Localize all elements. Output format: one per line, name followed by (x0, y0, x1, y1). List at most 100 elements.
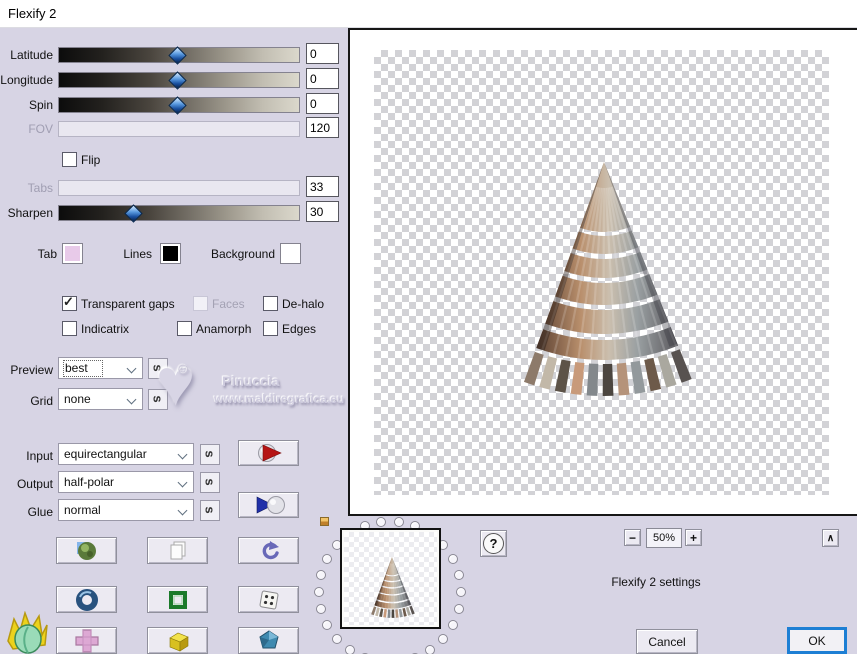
preset-thumbnail[interactable] (340, 528, 441, 629)
fov-row: FOV (0, 117, 345, 141)
input-dropdown[interactable]: equirectangular (58, 443, 194, 465)
flip-label: Flip (81, 153, 101, 167)
sharpen-slider[interactable] (58, 204, 300, 223)
palette-chip-icon (320, 517, 329, 526)
bead (316, 570, 327, 580)
indicatrix-checkbox[interactable] (62, 321, 77, 336)
chevron-down-icon (177, 505, 188, 516)
tabs-row: Tabs (0, 176, 345, 200)
sharpen-slider-thumb[interactable] (124, 204, 144, 223)
globe-button[interactable] (56, 537, 117, 564)
window-title: Flexify 2 (8, 6, 57, 21)
bead (438, 634, 449, 645)
latitude-label: Latitude (10, 48, 53, 62)
spin-slider[interactable] (58, 96, 300, 115)
latitude-slider[interactable] (58, 46, 300, 65)
sharpen-value-input[interactable] (306, 201, 339, 222)
transparent-gaps-checkbox[interactable]: ✓ (62, 294, 77, 311)
spin-slider-thumb[interactable] (167, 96, 187, 115)
indicatrix-label: Indicatrix (81, 322, 130, 336)
polyhedron-button[interactable] (238, 627, 299, 654)
watermark-url: www.maldiregrafica.eu (214, 392, 345, 406)
zoom-in-button[interactable]: + (685, 529, 702, 546)
help-button[interactable]: ? (480, 530, 507, 557)
longitude-value-input[interactable] (306, 68, 339, 89)
checkmark-icon: ✓ (63, 294, 74, 309)
input-shuffle-button[interactable]: s (200, 444, 220, 465)
latitude-value-input[interactable] (306, 43, 339, 64)
help-icon: ? (483, 533, 504, 554)
transparency-checkerboard (374, 50, 829, 495)
latitude-slider-thumb[interactable] (167, 46, 187, 65)
longitude-label: Longitude (0, 73, 53, 87)
cross-net-icon (74, 628, 99, 653)
frame-button[interactable] (147, 586, 208, 613)
tulip-icon (7, 611, 48, 654)
tabs-label: Tabs (27, 181, 53, 195)
fov-slider (58, 121, 300, 137)
zoom-level: 50% (646, 528, 682, 548)
output-dropdown-label: Output (16, 477, 53, 491)
grid-dropdown-value: none (64, 392, 91, 406)
input-dropdown-value: equirectangular (64, 447, 147, 461)
background-swatch-label: Background (210, 247, 275, 261)
render-button[interactable] (238, 440, 299, 466)
longitude-slider-thumb[interactable] (167, 71, 187, 90)
glue-dropdown[interactable]: normal (58, 499, 194, 521)
anamorph-checkbox[interactable] (177, 321, 192, 336)
spin-value-input[interactable] (306, 93, 339, 114)
unfold-button[interactable] (56, 627, 117, 654)
random-button[interactable] (238, 586, 299, 613)
thumbnail-cone (370, 556, 416, 619)
background-color-swatch[interactable] (280, 243, 301, 264)
torus-button[interactable] (56, 586, 117, 613)
bead (322, 619, 333, 630)
ok-button[interactable]: OK (787, 627, 847, 654)
glue-shuffle-button[interactable]: s (200, 500, 220, 521)
tab-swatch-label: Tab (37, 247, 57, 261)
lines-color-swatch[interactable] (160, 243, 181, 264)
tab-color-swatch[interactable] (62, 243, 83, 264)
collapse-button[interactable]: ∧ (822, 529, 839, 547)
output-shuffle-button[interactable]: s (200, 472, 220, 493)
edges-label: Edges (282, 322, 317, 336)
cancel-button[interactable]: Cancel (636, 629, 698, 654)
bead (322, 554, 333, 564)
output-dropdown-value: half-polar (64, 475, 115, 489)
shuffle-icon: s (202, 450, 218, 458)
glue-dropdown-label: Glue (27, 505, 53, 519)
grid-dropdown[interactable]: none (58, 388, 143, 410)
lines-swatch-label: Lines (123, 247, 152, 261)
grid-shuffle-button[interactable]: s (148, 389, 168, 410)
copy-button[interactable] (147, 537, 208, 564)
tabs-value-input[interactable] (306, 176, 339, 197)
flip-checkbox[interactable] (62, 152, 77, 167)
box-button[interactable] (147, 627, 208, 654)
flexify2-dialog: Flexify 2 Latitude Longitude Spin FOV Fl… (0, 0, 857, 654)
bead (425, 645, 436, 654)
disc-red-arrow-icon (257, 444, 282, 462)
longitude-slider[interactable] (58, 71, 300, 90)
undo-button[interactable] (238, 537, 299, 564)
preview-dropdown-value: best (63, 360, 103, 377)
fov-label: FOV (28, 122, 53, 136)
titlebar: Flexify 2 (0, 0, 857, 28)
copy-pages-icon (170, 541, 185, 559)
apply-button[interactable] (238, 492, 299, 518)
bead (447, 619, 458, 630)
sharpen-label: Sharpen (7, 206, 53, 220)
preview-shuffle-button[interactable]: s (148, 358, 168, 379)
dehalo-checkbox[interactable] (263, 296, 278, 311)
zoom-out-button[interactable]: − (624, 529, 641, 546)
undo-arrow-icon (262, 540, 279, 559)
edges-checkbox[interactable] (263, 321, 278, 336)
anamorph-label: Anamorph (196, 322, 252, 336)
preview-dropdown[interactable]: best (58, 357, 143, 379)
globe-icon (76, 541, 96, 560)
output-dropdown[interactable]: half-polar (58, 471, 194, 493)
shuffle-icon: s (150, 364, 166, 372)
shuffle-icon: s (150, 395, 166, 403)
fov-value-input[interactable] (306, 117, 339, 138)
chevron-down-icon (126, 394, 137, 405)
latitude-row: Latitude (0, 43, 345, 67)
